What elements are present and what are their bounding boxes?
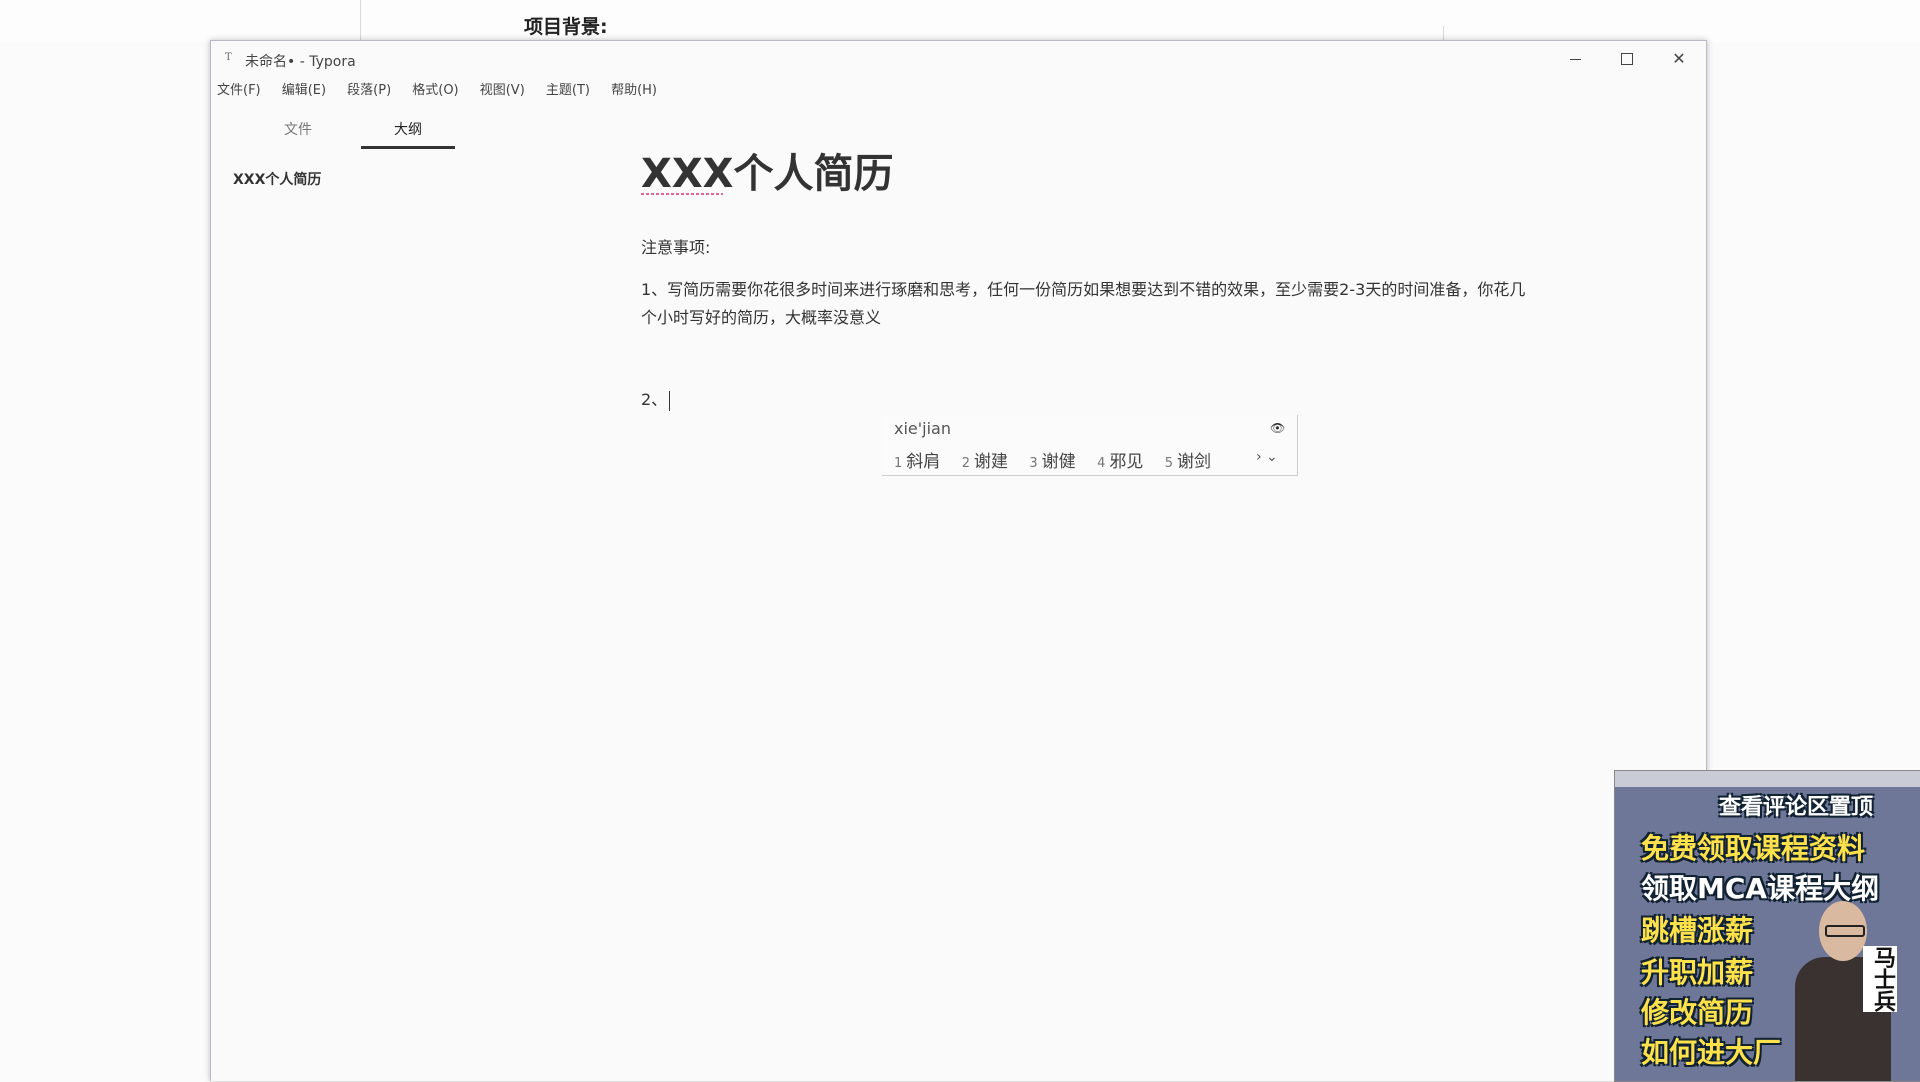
promo-line: 升职加薪 — [1641, 956, 1754, 989]
promo-brand: 马士兵 — [1863, 946, 1897, 1012]
menu-format[interactable]: 格式(O) — [412, 79, 458, 98]
list-item-2-prefix: 2、 — [641, 390, 668, 409]
close-button[interactable]: ✕ — [1657, 47, 1701, 71]
minimize-button[interactable] — [1553, 47, 1597, 71]
ime-candidate[interactable]: 2 谢建 — [962, 447, 1008, 472]
outline-item[interactable]: XXX个人简历 — [233, 169, 321, 189]
maximize-button[interactable] — [1605, 47, 1649, 71]
promo-line: 如何进大厂 — [1641, 1036, 1782, 1069]
ime-candidate[interactable]: 1 斜肩 — [894, 447, 940, 472]
ime-candidate-list: 1 斜肩 2 谢建 3 谢健 4 邪见 5 谢剑 — [894, 447, 1227, 472]
menu-theme[interactable]: 主题(T) — [546, 79, 590, 98]
sidebar: 文件 大纲 XXX个人简历 — [211, 109, 501, 1069]
list-item-2[interactable]: 2、 — [641, 386, 671, 411]
ime-candidate-popup: xie'jian 👁 1 斜肩 2 谢建 3 谢健 4 邪见 5 谢剑 › ⌄ — [882, 415, 1298, 476]
background-document: 项目背景: — [0, 0, 1920, 42]
background-divider — [360, 0, 361, 40]
tab-outline[interactable]: 大纲 — [361, 119, 455, 139]
menu-bar: 文件(F) 编辑(E) 段落(P) 格式(O) 视图(V) 主题(T) 帮助(H… — [217, 79, 673, 99]
text-cursor — [669, 390, 671, 411]
promo-line: 修改简历 — [1641, 996, 1754, 1029]
note-label[interactable]: 注意事项: — [641, 234, 710, 258]
ime-pinyin-input: xie'jian — [894, 419, 951, 438]
menu-paragraph[interactable]: 段落(P) — [347, 79, 391, 98]
minimize-icon — [1569, 58, 1581, 60]
tab-files[interactable]: 文件 — [251, 119, 345, 139]
menu-edit[interactable]: 编辑(E) — [282, 79, 326, 98]
list-item-1[interactable]: 1、写简历需要你花很多时间来进行琢磨和思考，任何一份简历如果想要达到不错的效果，… — [641, 276, 1541, 332]
background-heading: 项目背景: — [524, 16, 608, 38]
typora-window: T 未命名• - Typora ✕ 文件(F) 编辑(E) 段落(P) 格式(O… — [210, 40, 1707, 1081]
promo-line: 跳槽涨薪 — [1641, 914, 1754, 947]
promo-line: 免费领取课程资料 — [1641, 832, 1866, 865]
promo-line: 查看评论区置顶 — [1719, 795, 1874, 820]
active-tab-indicator — [361, 146, 455, 149]
promo-overlay[interactable]: 查看评论区置顶 免费领取课程资料 领取MCA课程大纲 跳槽涨薪 升职加薪 修改简… — [1614, 770, 1920, 1082]
promo-topbar — [1615, 771, 1920, 787]
spellcheck-underline — [641, 193, 723, 195]
ime-candidate[interactable]: 4 邪见 — [1097, 447, 1143, 472]
ime-candidate[interactable]: 5 谢剑 — [1165, 447, 1211, 472]
menu-view[interactable]: 视图(V) — [480, 79, 525, 98]
eye-icon[interactable]: 👁 — [1270, 421, 1285, 435]
presenter-glasses — [1825, 925, 1865, 937]
menu-file[interactable]: 文件(F) — [217, 79, 261, 98]
ime-candidate[interactable]: 3 谢健 — [1029, 447, 1075, 472]
maximize-icon — [1621, 53, 1633, 65]
close-icon: ✕ — [1672, 49, 1686, 68]
title-bar[interactable]: T 未命名• - Typora ✕ — [211, 41, 1706, 77]
document-title[interactable]: XXX个人简历 — [641, 141, 894, 199]
window-title: 未命名• - Typora — [245, 54, 356, 70]
ime-page-next-icon[interactable]: › ⌄ — [1256, 449, 1278, 465]
typora-app-icon: T — [225, 52, 232, 63]
menu-help[interactable]: 帮助(H) — [611, 79, 657, 98]
